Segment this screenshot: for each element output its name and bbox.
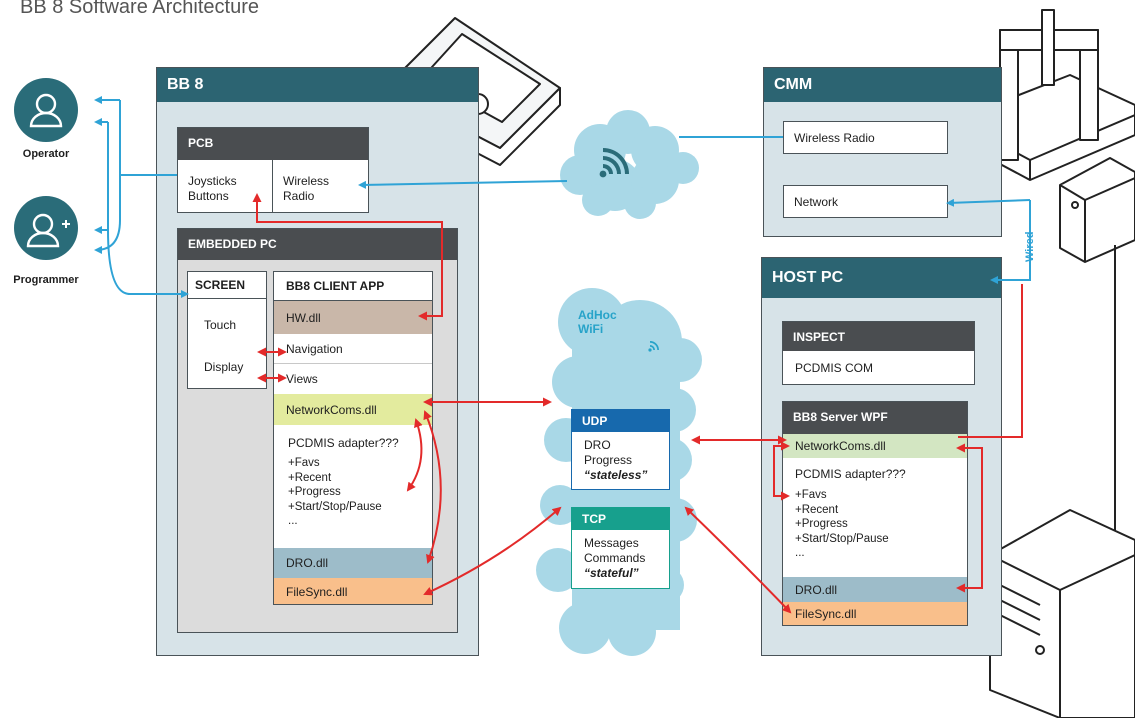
wired-to-hostpc	[990, 200, 1031, 284]
filesync-to-tcp	[423, 506, 562, 596]
tcp-to-server-filesync	[684, 506, 792, 614]
joystick-to-hwdll	[252, 193, 443, 321]
to-screen	[107, 229, 189, 298]
connectors	[94, 96, 1031, 614]
red-links	[252, 193, 1023, 614]
wired-to-cmm-network	[946, 198, 1031, 207]
networkcoms-to-dro	[423, 410, 442, 564]
user-connectors	[94, 96, 189, 298]
cloud-to-pcb-radio	[358, 180, 568, 189]
server-networkcoms-to-adapter	[773, 441, 790, 501]
server-networkcoms-to-dro	[956, 443, 983, 593]
server-to-hostpc	[958, 284, 1023, 438]
networkcoms-to-adapter	[406, 418, 423, 492]
wireless-links	[358, 136, 1031, 284]
